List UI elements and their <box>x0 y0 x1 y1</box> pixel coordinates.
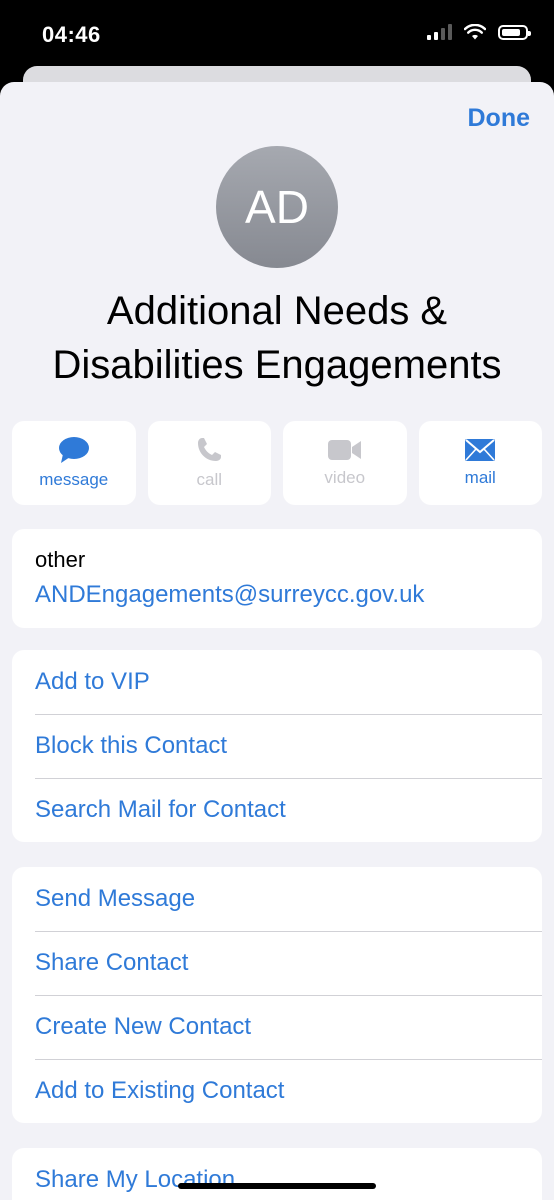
call-action-button[interactable]: call <box>147 421 271 505</box>
status-bar: 04:46 <box>0 0 554 70</box>
quick-actions: message call video mail <box>12 421 542 505</box>
contact-name-line2: Disabilities Engagements <box>52 343 502 387</box>
cellular-signal-icon <box>427 24 452 40</box>
envelope-icon <box>465 439 496 461</box>
search-mail-button[interactable]: Search Mail for Contact <box>12 778 542 842</box>
done-button[interactable]: Done <box>468 104 531 133</box>
contact-card-sheet: Done AD Additional Needs & Disabilities … <box>0 82 554 1200</box>
add-to-existing-contact-button[interactable]: Add to Existing Contact <box>12 1059 542 1123</box>
video-action-button[interactable]: video <box>283 421 407 505</box>
mail-action-label: mail <box>464 468 496 487</box>
message-bubble-icon <box>58 437 89 463</box>
block-contact-button[interactable]: Block this Contact <box>12 714 542 778</box>
contact-options-group-2: Send Message Share Contact Create New Co… <box>12 867 542 1123</box>
phone-icon <box>198 438 222 461</box>
email-card: other ANDEngagements@surreycc.gov.uk <box>12 529 542 628</box>
video-action-label: video <box>324 468 366 487</box>
send-message-button[interactable]: Send Message <box>12 867 542 931</box>
wifi-icon <box>464 24 486 40</box>
share-location-button[interactable]: Share My Location <box>12 1148 542 1200</box>
contact-options-group-3: Share My Location <box>12 1148 542 1200</box>
status-icons <box>427 24 531 40</box>
contact-options-group-1: Add to VIP Block this Contact Search Mai… <box>12 650 542 842</box>
contact-name-line1: Additional Needs & <box>106 289 448 333</box>
video-camera-icon <box>327 440 361 460</box>
home-indicator[interactable] <box>178 1183 376 1189</box>
add-to-vip-button[interactable]: Add to VIP <box>12 650 542 714</box>
email-label: other <box>35 547 86 572</box>
avatar: AD <box>216 146 338 268</box>
email-address-link[interactable]: ANDEngagements@surreycc.gov.uk <box>35 581 424 609</box>
battery-icon <box>498 24 531 40</box>
share-contact-button[interactable]: Share Contact <box>12 931 542 995</box>
status-time: 04:46 <box>42 22 101 47</box>
message-action-label: message <box>39 470 109 489</box>
call-action-label: call <box>196 470 222 489</box>
message-action-button[interactable]: message <box>12 421 136 505</box>
contact-name: Additional Needs & Disabilities Engageme… <box>0 284 554 392</box>
create-new-contact-button[interactable]: Create New Contact <box>12 995 542 1059</box>
mail-action-button[interactable]: mail <box>418 421 542 505</box>
